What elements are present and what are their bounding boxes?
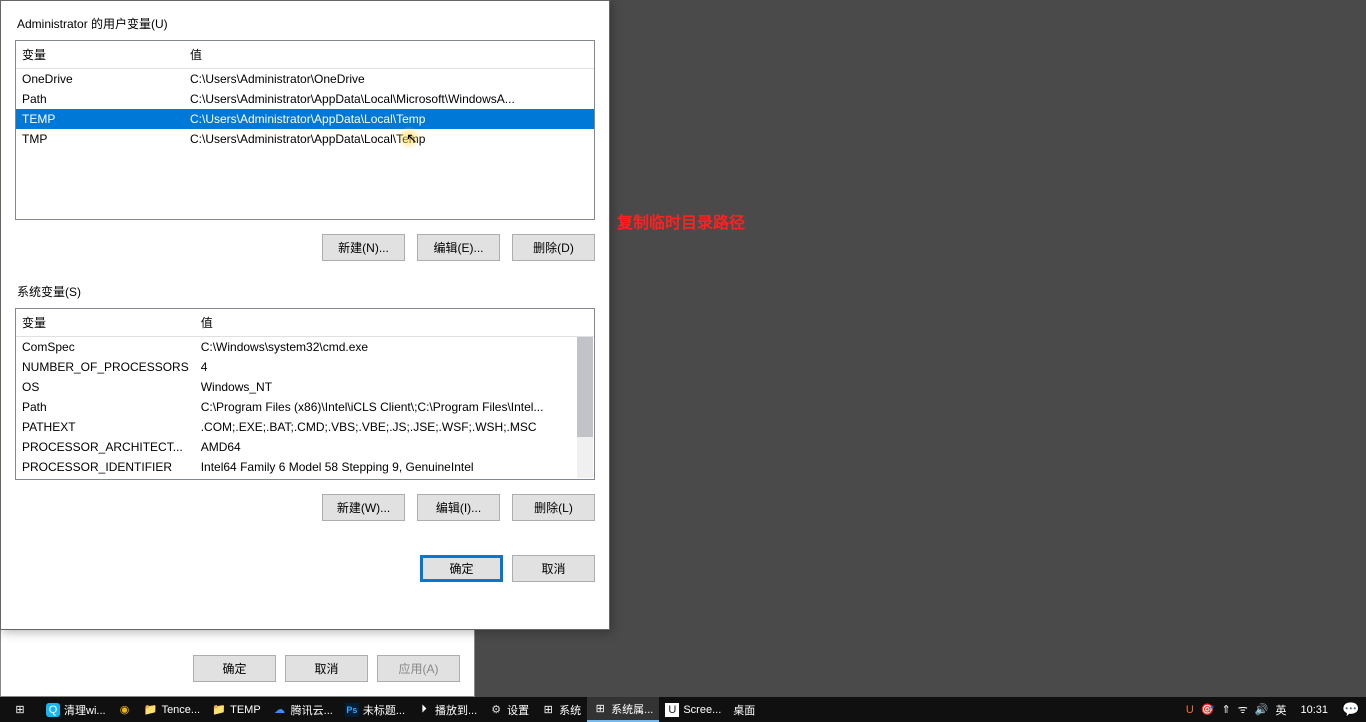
cloud-icon: ☁ (273, 703, 287, 717)
parent-ok-button[interactable]: 确定 (193, 655, 276, 682)
parent-cancel-button[interactable]: 取消 (285, 655, 368, 682)
play-icon: ⏵ (417, 703, 431, 717)
folder-icon: 📁 (212, 703, 226, 717)
scrollbar-thumb[interactable] (577, 337, 593, 437)
annotation-text: 复制临时目录路径 (617, 209, 745, 233)
taskbar-item[interactable]: UScree... (659, 697, 727, 722)
ime-icon[interactable]: 英 (1275, 702, 1286, 718)
system-props-icon: ⊞ (593, 702, 607, 716)
notification-icon[interactable]: 💬 (1336, 701, 1366, 718)
tray-icon[interactable]: U (1186, 704, 1194, 716)
table-row[interactable]: PROCESSOR_IDENTIFIERIntel64 Family 6 Mod… (16, 457, 594, 477)
taskbar-item[interactable]: Ps未标题... (339, 697, 411, 722)
start-button[interactable]: ⊞ (0, 697, 40, 722)
taskbar-clock[interactable]: 10:31 (1292, 704, 1336, 716)
parent-apply-button: 应用(A) (377, 655, 460, 682)
table-row[interactable]: TEMPC:\Users\Administrator\AppData\Local… (16, 109, 594, 129)
sys-new-button[interactable]: 新建(W)... (322, 494, 405, 521)
table-row[interactable]: PROCESSOR_ARCHITECT...AMD64 (16, 437, 594, 457)
taskbar-item[interactable]: 📁Tence... (138, 697, 207, 722)
environment-variables-dialog: Administrator 的用户变量(U) 变量 值 OneDriveC:\U… (0, 0, 610, 630)
table-row[interactable]: PathC:\Users\Administrator\AppData\Local… (16, 89, 594, 109)
user-vars-header-value[interactable]: 值 (184, 41, 594, 69)
table-row[interactable]: NUMBER_OF_PROCESSORS4 (16, 357, 594, 377)
taskbar-item[interactable]: Q清理wi... (40, 697, 112, 722)
user-vars-table[interactable]: 变量 值 OneDriveC:\Users\Administrator\OneD… (16, 41, 594, 149)
table-row[interactable]: PathC:\Program Files (x86)\Intel\iCLS Cl… (16, 397, 594, 417)
sys-vars-label: 系统变量(S) (15, 283, 595, 300)
table-row[interactable]: ComSpecC:\Windows\system32\cmd.exe (16, 337, 594, 358)
sys-delete-button[interactable]: 删除(L) (512, 494, 595, 521)
chrome-icon: ◉ (118, 703, 132, 717)
table-row[interactable]: OneDriveC:\Users\Administrator\OneDrive (16, 69, 594, 90)
sys-vars-scrollbar[interactable] (577, 337, 593, 478)
taskbar-item[interactable]: ⏵播放到... (411, 697, 483, 722)
recorder-icon: U (665, 703, 679, 717)
qq-icon: Q (46, 703, 60, 717)
taskbar-item[interactable]: ⚙设置 (483, 697, 535, 722)
network-icon[interactable]: ᯤ (1238, 702, 1248, 717)
taskbar-item-desktop[interactable]: 桌面 (727, 697, 761, 722)
ok-button[interactable]: 确定 (420, 555, 503, 582)
table-row[interactable]: TMPC:\Users\Administrator\AppData\Local\… (16, 129, 594, 149)
table-row[interactable]: OSWindows_NT (16, 377, 594, 397)
tray-icon[interactable]: ⇑ (1222, 703, 1231, 716)
volume-icon[interactable]: 🔊 (1255, 703, 1269, 716)
folder-icon: 📁 (144, 703, 158, 717)
sys-vars-header-name[interactable]: 变量 (16, 309, 195, 337)
taskbar-item-chrome[interactable]: ◉ (112, 697, 138, 722)
cancel-button[interactable]: 取消 (512, 555, 595, 582)
gear-icon: ⚙ (489, 703, 503, 717)
user-delete-button[interactable]: 删除(D) (512, 234, 595, 261)
sys-vars-table-container: 变量 值 ComSpecC:\Windows\system32\cmd.exe … (15, 308, 595, 480)
taskbar-item[interactable]: ⊞系统属... (587, 697, 659, 722)
user-edit-button[interactable]: 编辑(E)... (417, 234, 500, 261)
taskbar-item[interactable]: 📁TEMP (206, 697, 267, 722)
windows-icon: ⊞ (13, 703, 27, 717)
user-vars-label: Administrator 的用户变量(U) (15, 15, 595, 32)
table-row[interactable]: PATHEXT.COM;.EXE;.BAT;.CMD;.VBS;.VBE;.JS… (16, 417, 594, 437)
taskbar-item[interactable]: ☁腾讯云... (267, 697, 339, 722)
sys-vars-header-value[interactable]: 值 (195, 309, 594, 337)
taskbar[interactable]: ⊞ Q清理wi... ◉ 📁Tence... 📁TEMP ☁腾讯云... Ps未… (0, 697, 1366, 722)
system-icon: ⊞ (541, 703, 555, 717)
system-tray[interactable]: U 🎯 ⇑ ᯤ 🔊 英 (1180, 702, 1293, 718)
photoshop-icon: Ps (345, 703, 359, 717)
taskbar-item[interactable]: ⊞系统 (535, 697, 587, 722)
sys-edit-button[interactable]: 编辑(I)... (417, 494, 500, 521)
user-vars-header-name[interactable]: 变量 (16, 41, 184, 69)
sys-vars-table[interactable]: 变量 值 ComSpecC:\Windows\system32\cmd.exe … (16, 309, 594, 477)
user-vars-table-container: 变量 值 OneDriveC:\Users\Administrator\OneD… (15, 40, 595, 220)
tray-icon[interactable]: 🎯 (1201, 703, 1215, 716)
user-new-button[interactable]: 新建(N)... (322, 234, 405, 261)
